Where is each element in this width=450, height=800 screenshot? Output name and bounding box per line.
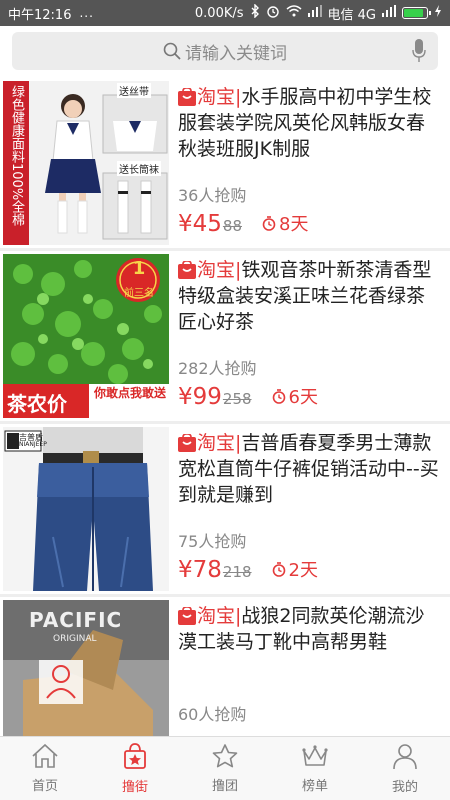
product-image: PACIFIC ORIGINAL — [3, 600, 169, 736]
taobao-icon — [178, 88, 196, 106]
signal-icon-2 — [382, 5, 396, 21]
days-left: 6天 — [288, 387, 318, 408]
nav-ranking[interactable]: 榜单 — [270, 737, 360, 800]
carrier-label: 电信 4G — [327, 7, 376, 23]
sold-count: 36人抢购 — [178, 186, 247, 205]
product-title[interactable]: 淘宝|战狼2同款英伦潮流沙漠工装马丁靴中高帮男鞋 — [178, 603, 442, 655]
nav-home[interactable]: 首页 — [0, 737, 90, 800]
sold-count: 282人抢购 — [178, 359, 257, 378]
search-placeholder: 请输入关键词 — [185, 43, 287, 64]
current-price: ¥99 — [178, 383, 222, 410]
product-image: 1 前三名 茶农价 你敢点我敢送 — [3, 254, 169, 418]
clock-icon — [272, 388, 286, 404]
taobao-icon — [178, 607, 196, 625]
star-icon — [211, 743, 239, 773]
nav-home-label: 首页 — [31, 779, 58, 794]
nav-group[interactable]: 撸团 — [180, 737, 270, 800]
product-info: 淘宝|铁观音茶叶新茶清香型特级盒装安溪正味兰花香绿茶匠心好茶 282人抢购 ¥9… — [172, 251, 450, 421]
status-dots: ... — [79, 6, 94, 20]
thumb-banner: 茶农价 — [7, 392, 67, 416]
search-icon — [163, 42, 181, 60]
taobao-label: 淘宝 — [197, 86, 236, 108]
status-time: 中午12:16 — [8, 7, 72, 23]
taobao-icon — [178, 434, 196, 452]
medal-text: 前三名 — [124, 288, 154, 299]
charging-icon — [434, 5, 442, 21]
original-price: 258 — [222, 389, 252, 408]
alarm-icon — [266, 4, 280, 22]
product-item[interactable]: PACIFIC ORIGINAL 淘宝|战狼2同款英伦潮流沙漠工装马丁靴中高帮男… — [0, 597, 450, 736]
battery-fill — [404, 9, 423, 17]
bottom-nav: 首页 撸街 撸团 榜单 我的 — [0, 736, 450, 800]
taobao-label: 淘宝 — [197, 432, 236, 454]
nav-profile[interactable]: 我的 — [360, 737, 450, 800]
thumb-tag-socks: 送长筒袜 — [117, 161, 161, 176]
price-row: ¥99 258 6天 — [178, 383, 318, 410]
product-title[interactable]: 淘宝|铁观音茶叶新茶清香型特级盒装安溪正味兰花香绿茶匠心好茶 — [178, 257, 442, 335]
product-info: 淘宝|吉普盾春夏季男士薄款宽松直筒牛仔裤促销活动中--买到就是赚到 75人抢购 … — [172, 424, 450, 594]
signal-icon — [307, 5, 322, 21]
original-price: 218 — [222, 562, 252, 581]
thumb-banner-tag: 你敢点我敢送 — [93, 386, 166, 400]
nav-street-label: 撸街 — [121, 780, 148, 795]
price-row: ¥45 88 8天 — [178, 210, 308, 237]
clock-icon — [272, 561, 286, 577]
battery-icon — [402, 7, 431, 19]
time-left: 6天 — [272, 383, 318, 409]
shopping-bag-icon — [122, 742, 148, 774]
status-bar: 中午12:16 ... 0.00K/s 电信 4G — [0, 0, 450, 26]
medal-number: 1 — [132, 258, 146, 279]
days-left: 8天 — [279, 214, 309, 235]
crown-icon — [301, 743, 329, 773]
price-row: ¥78 218 2天 — [178, 556, 318, 583]
bluetooth-icon — [250, 3, 260, 22]
product-image: 吉普盾 NIANJEEP — [3, 427, 169, 591]
brand-en: NIANJEEP — [19, 441, 47, 448]
wifi-icon — [286, 5, 302, 21]
user-icon — [391, 742, 419, 774]
clock-icon — [262, 215, 276, 231]
current-price: ¥45 — [178, 210, 222, 237]
nav-ranking-label: 榜单 — [301, 779, 328, 794]
microphone-icon[interactable] — [412, 39, 426, 68]
sold-count: 75人抢购 — [178, 532, 247, 551]
nav-group-label: 撸团 — [211, 779, 238, 794]
product-title[interactable]: 淘宝|水手服高中初中学生校服套装学院风英伦风韩版女春秋装班服JK制服 — [178, 84, 442, 162]
product-list[interactable]: 绿色健康面料100%全棉 送丝带 送长筒袜 淘宝|水手服高中初中学生校服套装学院… — [0, 78, 450, 736]
search-bar: 请输入关键词 — [0, 26, 450, 78]
product-title[interactable]: 淘宝|吉普盾春夏季男士薄款宽松直筒牛仔裤促销活动中--买到就是赚到 — [178, 430, 442, 508]
product-item[interactable]: 吉普盾 NIANJEEP 淘宝|吉普盾春夏季男士薄款宽松直筒牛仔裤促销活动中--… — [0, 424, 450, 594]
thumb-brand-sub: ORIGINAL — [53, 634, 97, 644]
thumb-side-text: 绿色健康面料100%全棉 — [9, 85, 24, 227]
home-icon — [31, 743, 59, 773]
time-left: 8天 — [262, 210, 308, 236]
product-info: 淘宝|战狼2同款英伦潮流沙漠工装马丁靴中高帮男鞋 60人抢购 — [172, 597, 450, 736]
current-price: ¥78 — [178, 556, 222, 583]
days-left: 2天 — [288, 560, 318, 581]
product-item[interactable]: 绿色健康面料100%全棉 送丝带 送长筒袜 淘宝|水手服高中初中学生校服套装学院… — [0, 78, 450, 248]
taobao-icon — [178, 261, 196, 279]
taobao-label: 淘宝 — [197, 605, 236, 627]
thumb-brand: PACIFIC — [29, 608, 123, 632]
taobao-label: 淘宝 — [197, 259, 236, 281]
nav-profile-label: 我的 — [391, 780, 418, 795]
thumb-tag-ribbon: 送丝带 — [117, 83, 151, 98]
product-item[interactable]: 1 前三名 茶农价 你敢点我敢送 淘宝|铁观音茶叶新茶清香型特级盒装安溪正味兰花… — [0, 251, 450, 421]
network-speed: 0.00K/s — [194, 5, 244, 21]
nav-street[interactable]: 撸街 — [90, 737, 180, 800]
original-price: 88 — [222, 216, 242, 235]
product-info: 淘宝|水手服高中初中学生校服套装学院风英伦风韩版女春秋装班服JK制服 36人抢购… — [172, 78, 450, 248]
product-image: 绿色健康面料100%全棉 送丝带 送长筒袜 — [3, 81, 169, 245]
sold-count: 60人抢购 — [178, 705, 247, 724]
search-input[interactable]: 请输入关键词 — [12, 32, 438, 70]
time-left: 2天 — [272, 556, 318, 582]
